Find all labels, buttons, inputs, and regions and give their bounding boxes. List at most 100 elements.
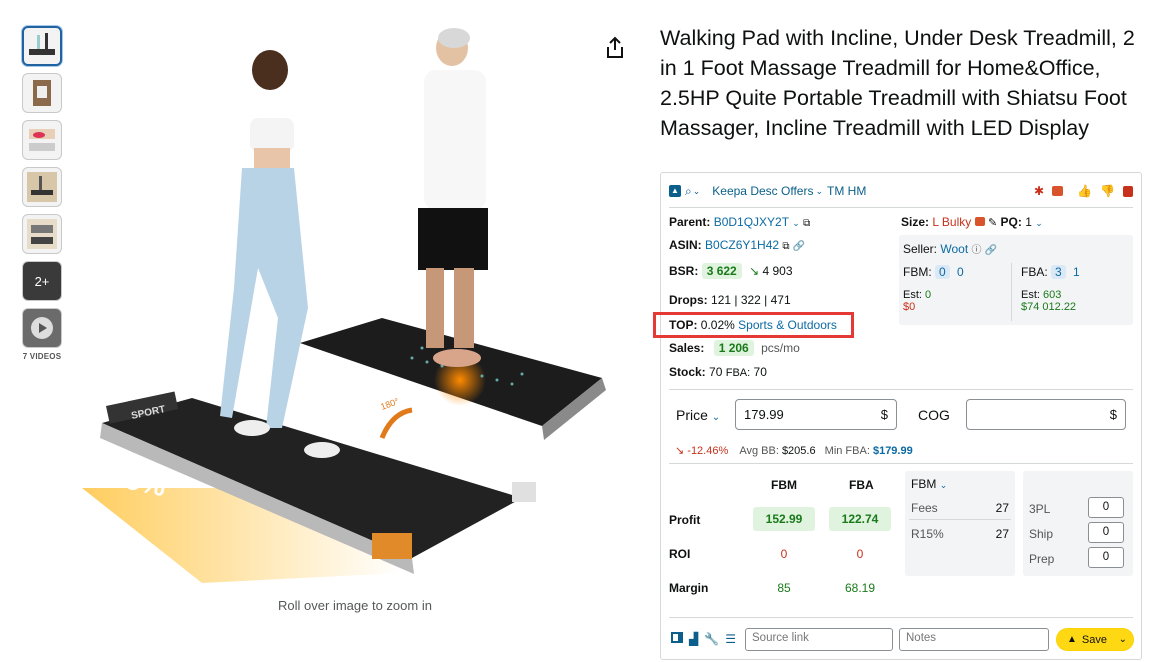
chevron-down-icon[interactable]: ⌄ [792, 218, 800, 228]
fbm-label: FBM: [903, 265, 932, 279]
cog-label: COG [918, 407, 950, 423]
thumbnail-5[interactable] [22, 214, 62, 254]
drops-row: Drops: 121 | 322 | 471 [669, 293, 791, 307]
prep-input[interactable]: 0 [1088, 547, 1124, 568]
3pl-input[interactable]: 0 [1088, 497, 1124, 518]
chart-icon[interactable]: ▟ [689, 632, 698, 646]
fba-est-value: 603 [1043, 289, 1062, 301]
cog-currency: $ [1109, 407, 1117, 422]
chevron-down-icon: ⌄ [711, 412, 721, 423]
fbm-est-label: Est: [903, 289, 922, 301]
fbm-estimate: Est: 0 $0 [903, 289, 931, 313]
min-fba-label: Min FBA: [824, 445, 870, 457]
margin-fbm-value: 85 [777, 581, 791, 595]
zoom-hint: Roll over image to zoom in [278, 598, 432, 613]
notes-placeholder: Notes [906, 632, 937, 644]
thumbnail-4[interactable] [22, 167, 62, 207]
price-currency: $ [880, 407, 888, 422]
fbm-count-secondary: 0 [957, 265, 964, 279]
thumbnail-2[interactable] [22, 73, 62, 113]
ship-input[interactable]: 0 [1088, 522, 1124, 543]
fees-box: FBM ⌄ Fees 27 R15% 27 [905, 471, 1015, 576]
fba-est-label: Est: [1021, 289, 1040, 301]
search-icon[interactable]: ⌕ [685, 184, 692, 199]
chevron-down-icon: ⌄ [692, 185, 701, 196]
list-icon[interactable]: ☰ [725, 632, 736, 646]
main-product-image[interactable]: SPORT 5% 180° [82, 18, 622, 598]
roi-fba-value: 0 [856, 547, 864, 561]
thumbnail-strip: 2+ 7 VIDEOS [22, 26, 62, 361]
keepa-panel: ▲ ⌕ ⌄ Keepa Desc Offers ⌄ TM HM ✱ 👍 👎 Pa… [660, 172, 1142, 660]
keepa-toolbar: ▲ ⌕ ⌄ Keepa Desc Offers ⌄ TM HM ✱ 👍 👎 [669, 181, 1133, 201]
profit-label: Profit [669, 513, 701, 527]
link-icon[interactable]: 🔗 [793, 241, 805, 252]
source-link-input[interactable]: Source link [745, 628, 893, 651]
price-label-row[interactable]: Price ⌄ [676, 407, 720, 423]
seller-label: Seller: [903, 242, 938, 256]
source-link-placeholder: Source link [752, 632, 809, 644]
bug-icon[interactable]: ✱ [1034, 184, 1044, 198]
share-icon[interactable] [604, 36, 626, 60]
trend-down-icon: ↘ [675, 445, 685, 457]
video-thumbnail[interactable] [22, 308, 62, 348]
parent-label: Parent: [669, 215, 711, 229]
cog-input[interactable]: $ [966, 399, 1126, 430]
info-icon[interactable]: ⓘ [972, 245, 982, 256]
divider [669, 463, 1133, 464]
seller-box: Seller: Woot ⓘ 🔗 FBM: 0 0 Est: 0 $0 FBA:… [899, 235, 1133, 325]
avg-bb-value: $205.6 [781, 445, 816, 457]
briefcase-icon[interactable] [1052, 186, 1064, 196]
price-input[interactable]: 179.99 $ [735, 399, 897, 430]
thumbnail-more[interactable]: 2+ [22, 261, 62, 301]
sales-label: Sales: [669, 341, 705, 355]
price-label: Price [676, 407, 708, 423]
bsr-row: BSR: 3 622 ↘ 4 903 [669, 263, 793, 279]
top-category-highlight [653, 312, 854, 338]
divider [669, 207, 1133, 208]
chevron-down-icon[interactable]: ⌄ [1119, 634, 1127, 645]
notes-input[interactable]: Notes [899, 628, 1049, 651]
asin-link[interactable]: B0CZ6Y1H42 [705, 238, 779, 252]
link-icon[interactable]: 🔗 [985, 245, 997, 256]
bsr-label: BSR: [669, 264, 699, 278]
stock-value: 70 [709, 365, 723, 379]
prep-label: Prep [1029, 552, 1055, 566]
thumbs-up-icon[interactable]: 👍 [1077, 184, 1092, 198]
collapse-icon[interactable]: ▲ [669, 185, 681, 197]
save-button-label: Save [1081, 633, 1107, 646]
divider [669, 617, 1133, 618]
fba-offers: FBA: 3 1 [1021, 265, 1080, 279]
copy-icon[interactable]: ⧉ [782, 241, 789, 252]
fees-mode-select[interactable]: FBM ⌄ [911, 477, 947, 491]
copy-icon[interactable]: ⧉ [803, 218, 810, 229]
fees-value: 27 [995, 501, 1009, 515]
pq-label: PQ: [1000, 215, 1022, 229]
fba-count-primary: 3 [1051, 265, 1066, 279]
seller-link[interactable]: Woot [940, 242, 968, 256]
divider [1011, 263, 1012, 321]
thumbnail-1[interactable] [22, 26, 62, 66]
thumbnail-3[interactable] [22, 120, 62, 160]
footer-tools: ▟ 🔧 ☰ [671, 632, 736, 646]
drops-label: Drops: [669, 293, 708, 307]
lock-icon[interactable] [1123, 185, 1133, 197]
chevron-down-icon: ⌄ [939, 480, 948, 490]
stock-label: Stock: [669, 365, 706, 379]
chevron-down-icon[interactable]: ⌄ [1035, 218, 1043, 228]
calc-col-fba: FBA [849, 478, 874, 492]
thumbs-down-icon[interactable]: 👎 [1100, 184, 1115, 198]
save-button[interactable]: ▲ Save ⌄ [1056, 628, 1134, 651]
keepa-desc-offers-menu[interactable]: Keepa Desc Offers [712, 184, 813, 198]
tm-hm-link[interactable]: TM HM [827, 184, 866, 198]
divider [669, 389, 1133, 390]
parent-asin-link[interactable]: B0D1QJXY2T [714, 215, 789, 229]
panel-icon[interactable] [671, 632, 683, 643]
wrench-icon[interactable]: 🔧 [704, 632, 719, 646]
profit-fba-value: 122.74 [829, 507, 891, 531]
calc-col-fbm: FBM [771, 478, 797, 492]
r15-value: 27 [995, 527, 1009, 541]
price-stats-row: ↘ -12.46% Avg BB: $205.6 Min FBA: $179.9… [675, 444, 913, 457]
trend-down-icon: ↘ [749, 264, 760, 278]
edit-icon[interactable]: ✎ [988, 217, 997, 229]
drive-icon: ▲ [1067, 634, 1077, 645]
